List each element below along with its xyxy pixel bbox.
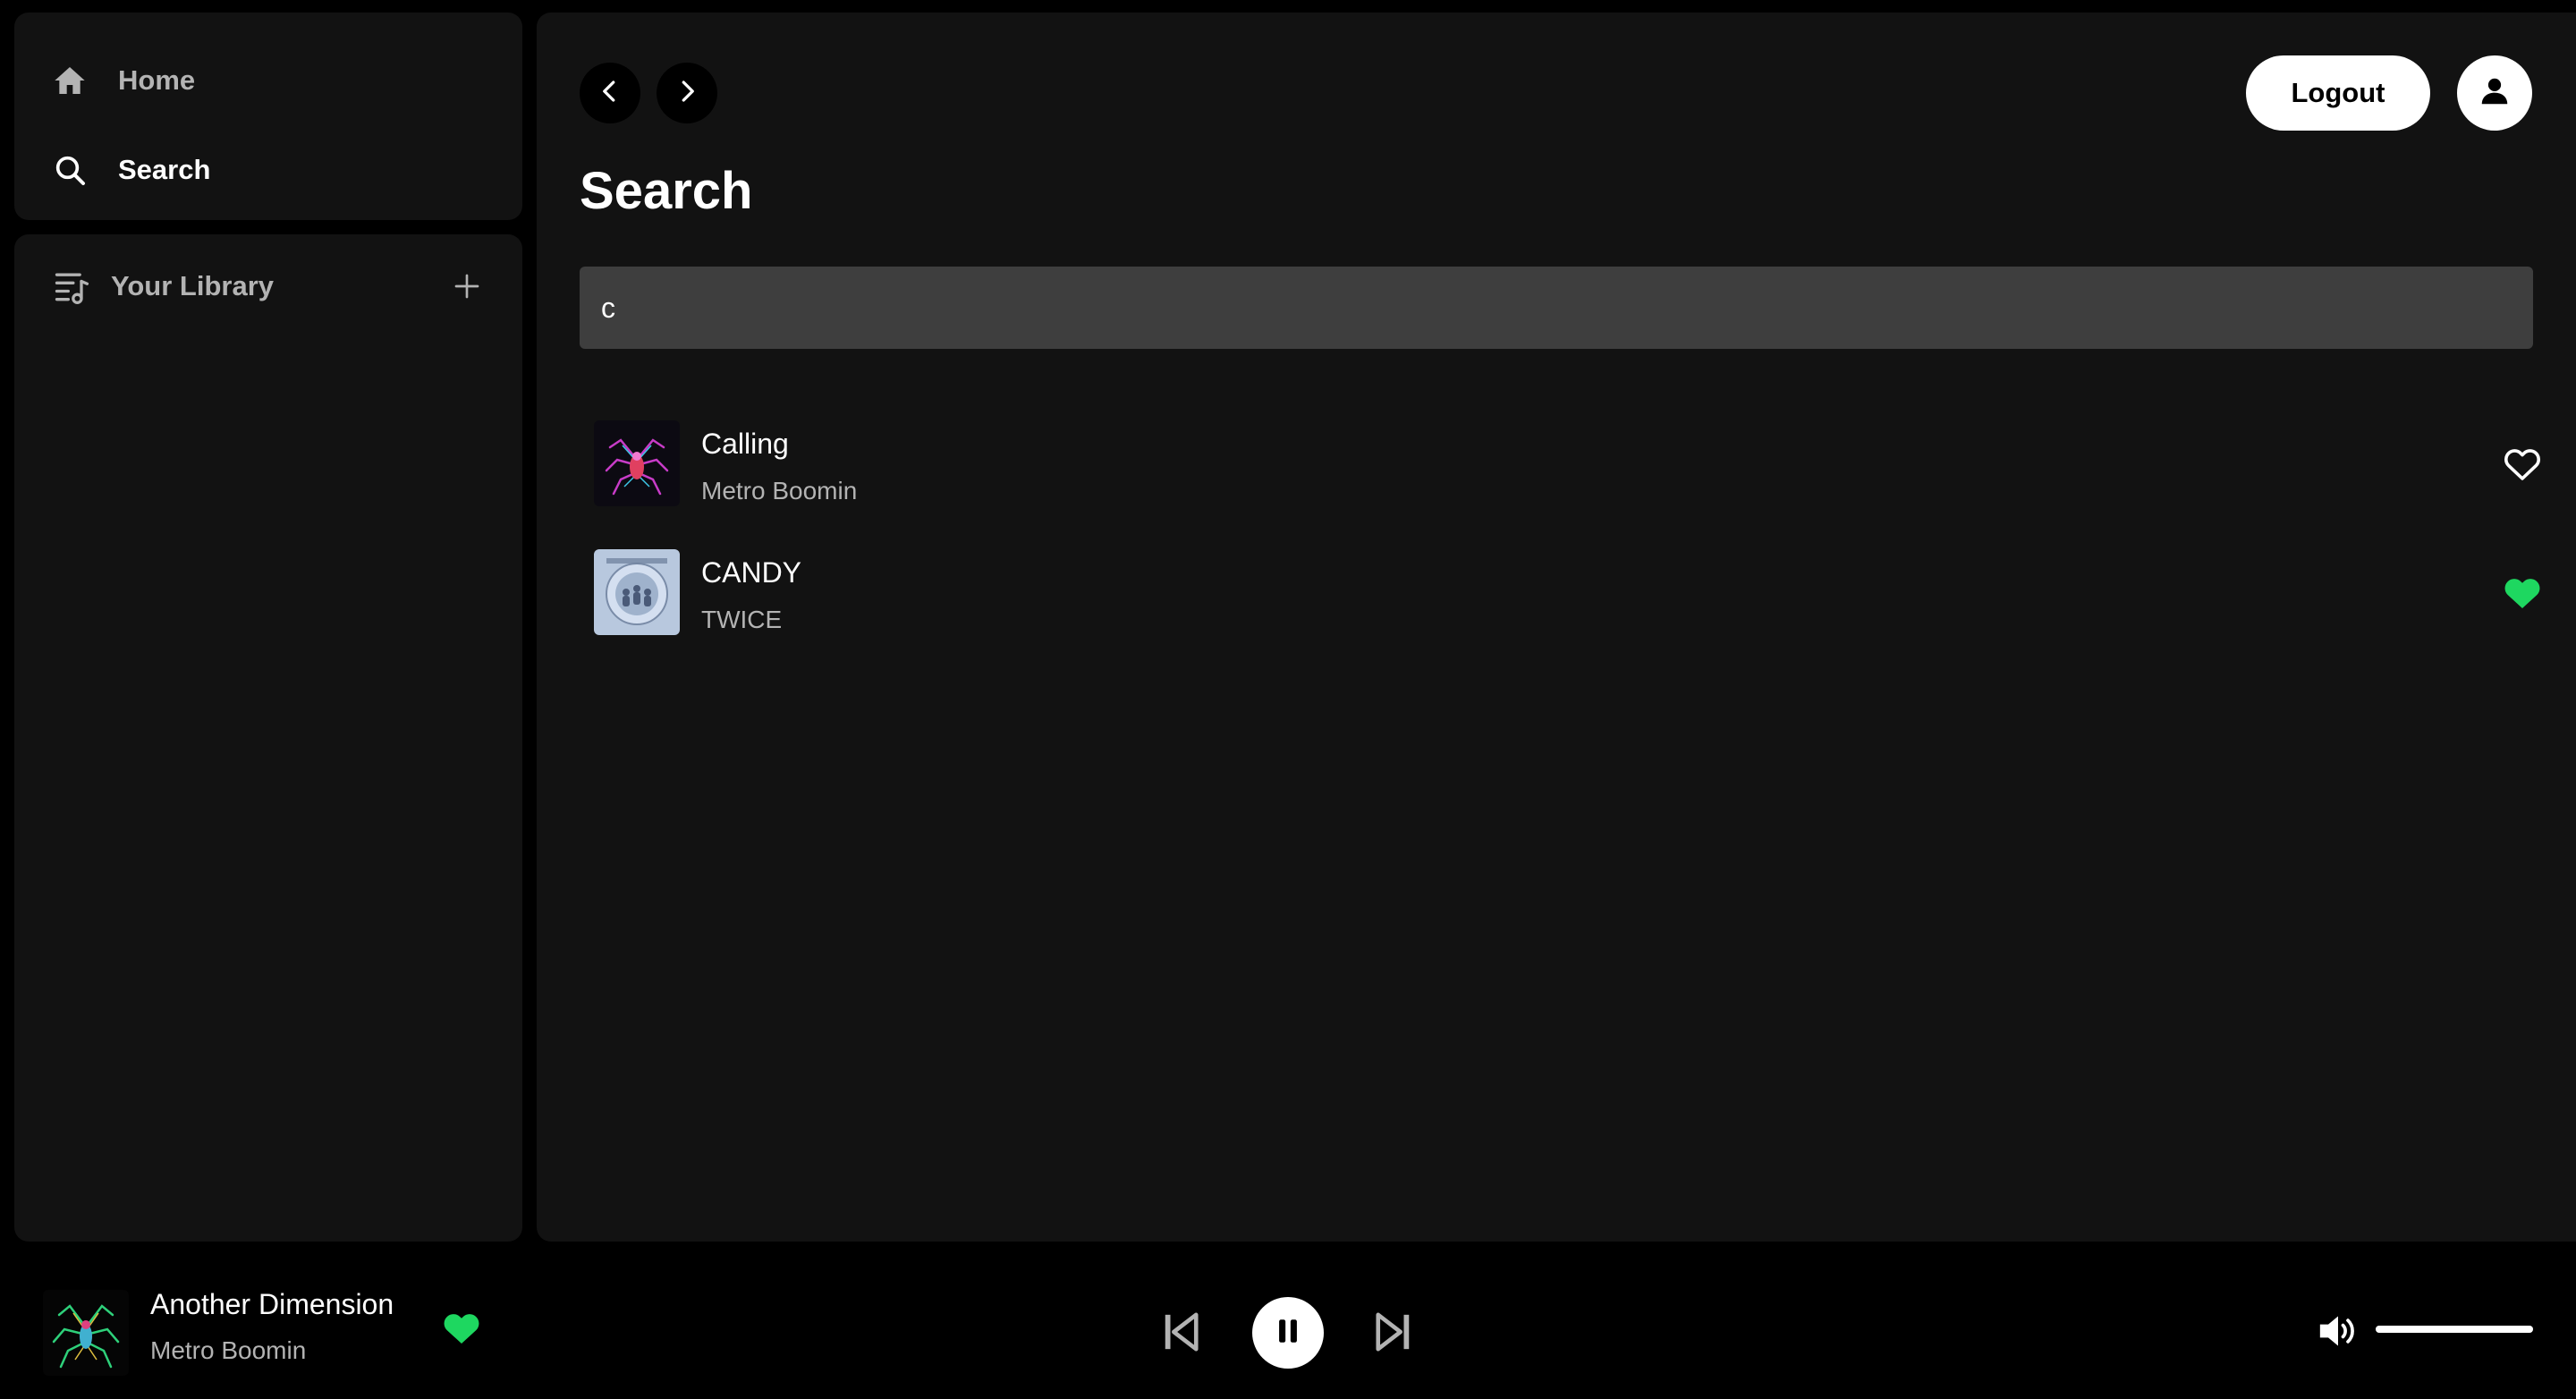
skip-forward-icon	[1376, 1311, 1411, 1357]
sidebar-item-home[interactable]: Home	[50, 61, 195, 100]
now-playing-title: Another Dimension	[150, 1288, 394, 1320]
library-panel: Your Library	[14, 234, 522, 1242]
user-icon	[2478, 74, 2512, 113]
album-art	[594, 420, 680, 506]
home-icon	[50, 61, 89, 100]
page-title: Search	[580, 162, 753, 220]
main-panel: Logout Search c Calling Metro Boomin CAN…	[537, 13, 2576, 1242]
track-title: CANDY	[701, 556, 802, 589]
library-header[interactable]: Your Library	[50, 265, 487, 308]
sidebar-item-label: Search	[118, 154, 211, 185]
profile-button[interactable]	[2457, 55, 2532, 131]
skip-back-icon	[1163, 1311, 1199, 1357]
pause-button[interactable]	[1252, 1297, 1324, 1369]
volume-icon	[2317, 1311, 2360, 1355]
volume-slider-fill	[2376, 1326, 2533, 1333]
now-playing-art	[43, 1290, 129, 1376]
track-artist: TWICE	[701, 606, 783, 633]
library-label: Your Library	[111, 270, 275, 301]
next-button[interactable]	[1374, 1311, 1413, 1356]
volume-slider[interactable]	[2376, 1326, 2533, 1333]
track-info: Calling Metro Boomin	[701, 428, 857, 505]
search-input[interactable]	[580, 267, 2533, 349]
list-item[interactable]: Calling Metro Boomin	[594, 420, 2544, 549]
logout-button[interactable]: Logout	[2246, 55, 2430, 131]
album-art	[594, 549, 680, 635]
sidebar-nav: Home Search	[14, 13, 522, 220]
previous-button[interactable]	[1161, 1311, 1200, 1356]
list-item[interactable]: CANDY TWICE	[594, 549, 2544, 678]
forward-button[interactable]	[657, 63, 717, 123]
track-artist: Metro Boomin	[701, 477, 858, 504]
volume-button[interactable]	[2315, 1311, 2361, 1354]
chevron-left-icon	[597, 78, 623, 109]
pause-icon	[1273, 1316, 1303, 1351]
track-info: CANDY TWICE	[701, 556, 801, 634]
sidebar-item-search[interactable]: Search	[50, 150, 210, 190]
search-icon	[50, 150, 89, 190]
heart-filled-icon[interactable]	[440, 1306, 483, 1349]
sidebar-item-label: Home	[118, 64, 196, 96]
plus-icon[interactable]	[447, 267, 487, 306]
player-bar: Another Dimension Metro Boomin	[0, 1242, 2576, 1399]
app-root: Home Search Your Library Logout Search c…	[0, 0, 2576, 1399]
heart-outline-icon[interactable]	[2501, 442, 2544, 485]
chevron-right-icon	[674, 78, 700, 109]
back-button[interactable]	[580, 63, 640, 123]
search-results: Calling Metro Boomin CANDY TWICE	[594, 420, 2544, 678]
track-title: Calling	[701, 428, 789, 460]
heart-filled-icon[interactable]	[2501, 571, 2544, 614]
now-playing-artist: Metro Boomin	[150, 1336, 307, 1364]
library-icon	[50, 265, 93, 308]
